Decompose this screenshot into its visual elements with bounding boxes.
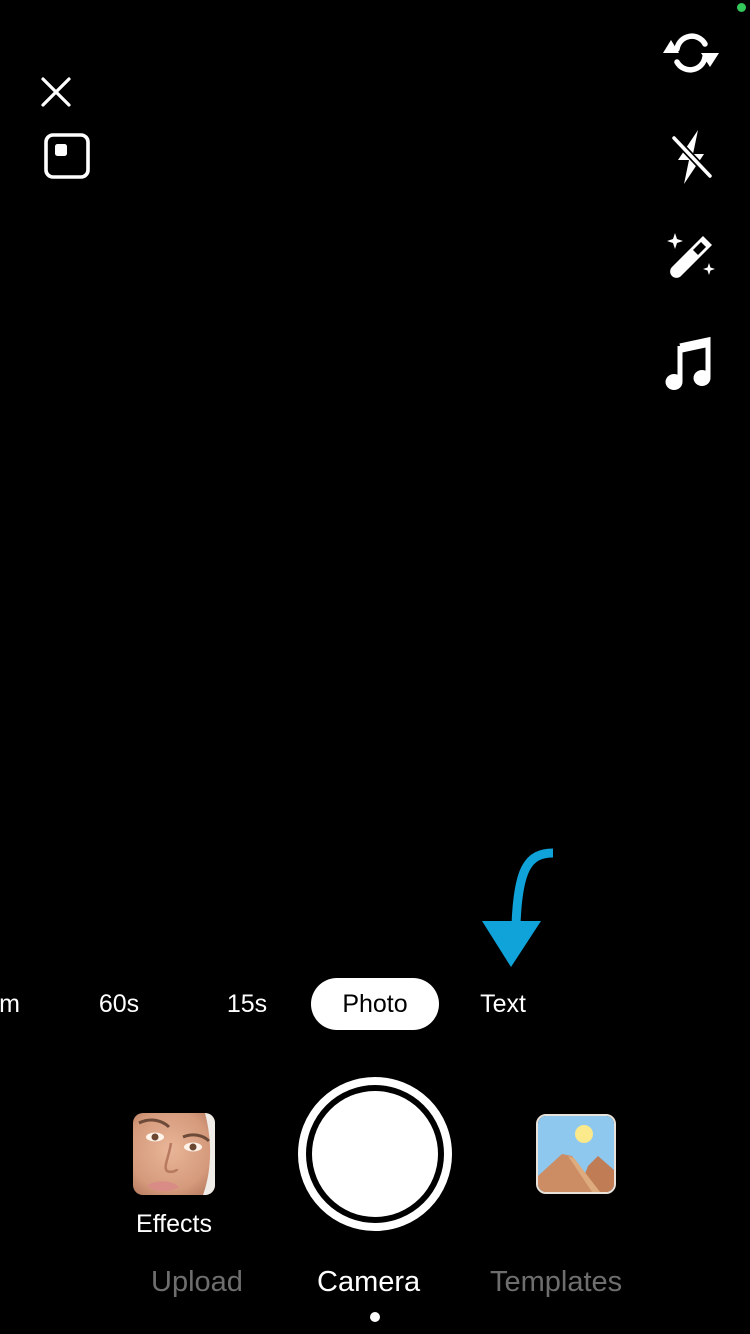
capture-mode-selector: 3m 60s 15s Photo Text (0, 978, 750, 1030)
flash-off-icon (671, 130, 713, 184)
beauty-button[interactable] (660, 229, 722, 291)
mode-photo[interactable]: Photo (311, 978, 439, 1030)
music-note-icon (665, 336, 711, 390)
tab-upload[interactable]: Upload (151, 1262, 243, 1302)
tab-templates[interactable]: Templates (490, 1262, 622, 1302)
mode-15s[interactable]: 15s (212, 978, 282, 1030)
effects-button[interactable] (133, 1113, 215, 1195)
active-tab-indicator (370, 1312, 380, 1322)
close-icon (41, 77, 71, 107)
aspect-ratio-button[interactable] (42, 131, 94, 183)
flash-toggle-button[interactable] (660, 126, 722, 188)
gallery-upload-button[interactable] (536, 1114, 616, 1194)
hint-arrow (476, 845, 560, 973)
gallery-image-icon (538, 1116, 614, 1192)
flip-camera-button[interactable] (660, 22, 722, 84)
camera-in-use-indicator (737, 3, 746, 12)
magic-wand-icon (667, 233, 715, 278)
face-effect-thumbnail (133, 1113, 215, 1195)
curved-arrow-down-icon (482, 848, 554, 967)
tab-camera[interactable]: Camera (317, 1262, 420, 1302)
flip-camera-icon (663, 33, 719, 73)
mode-3m[interactable]: 3m (0, 978, 20, 1030)
mode-text[interactable]: Text (466, 978, 540, 1030)
shutter-inner (312, 1091, 438, 1217)
aspect-ratio-icon (44, 133, 90, 179)
effects-label: Effects (136, 1210, 212, 1238)
mode-60s[interactable]: 60s (84, 978, 154, 1030)
shutter-button[interactable] (298, 1077, 452, 1231)
add-sound-button[interactable] (660, 332, 722, 394)
close-button[interactable] (36, 72, 76, 112)
